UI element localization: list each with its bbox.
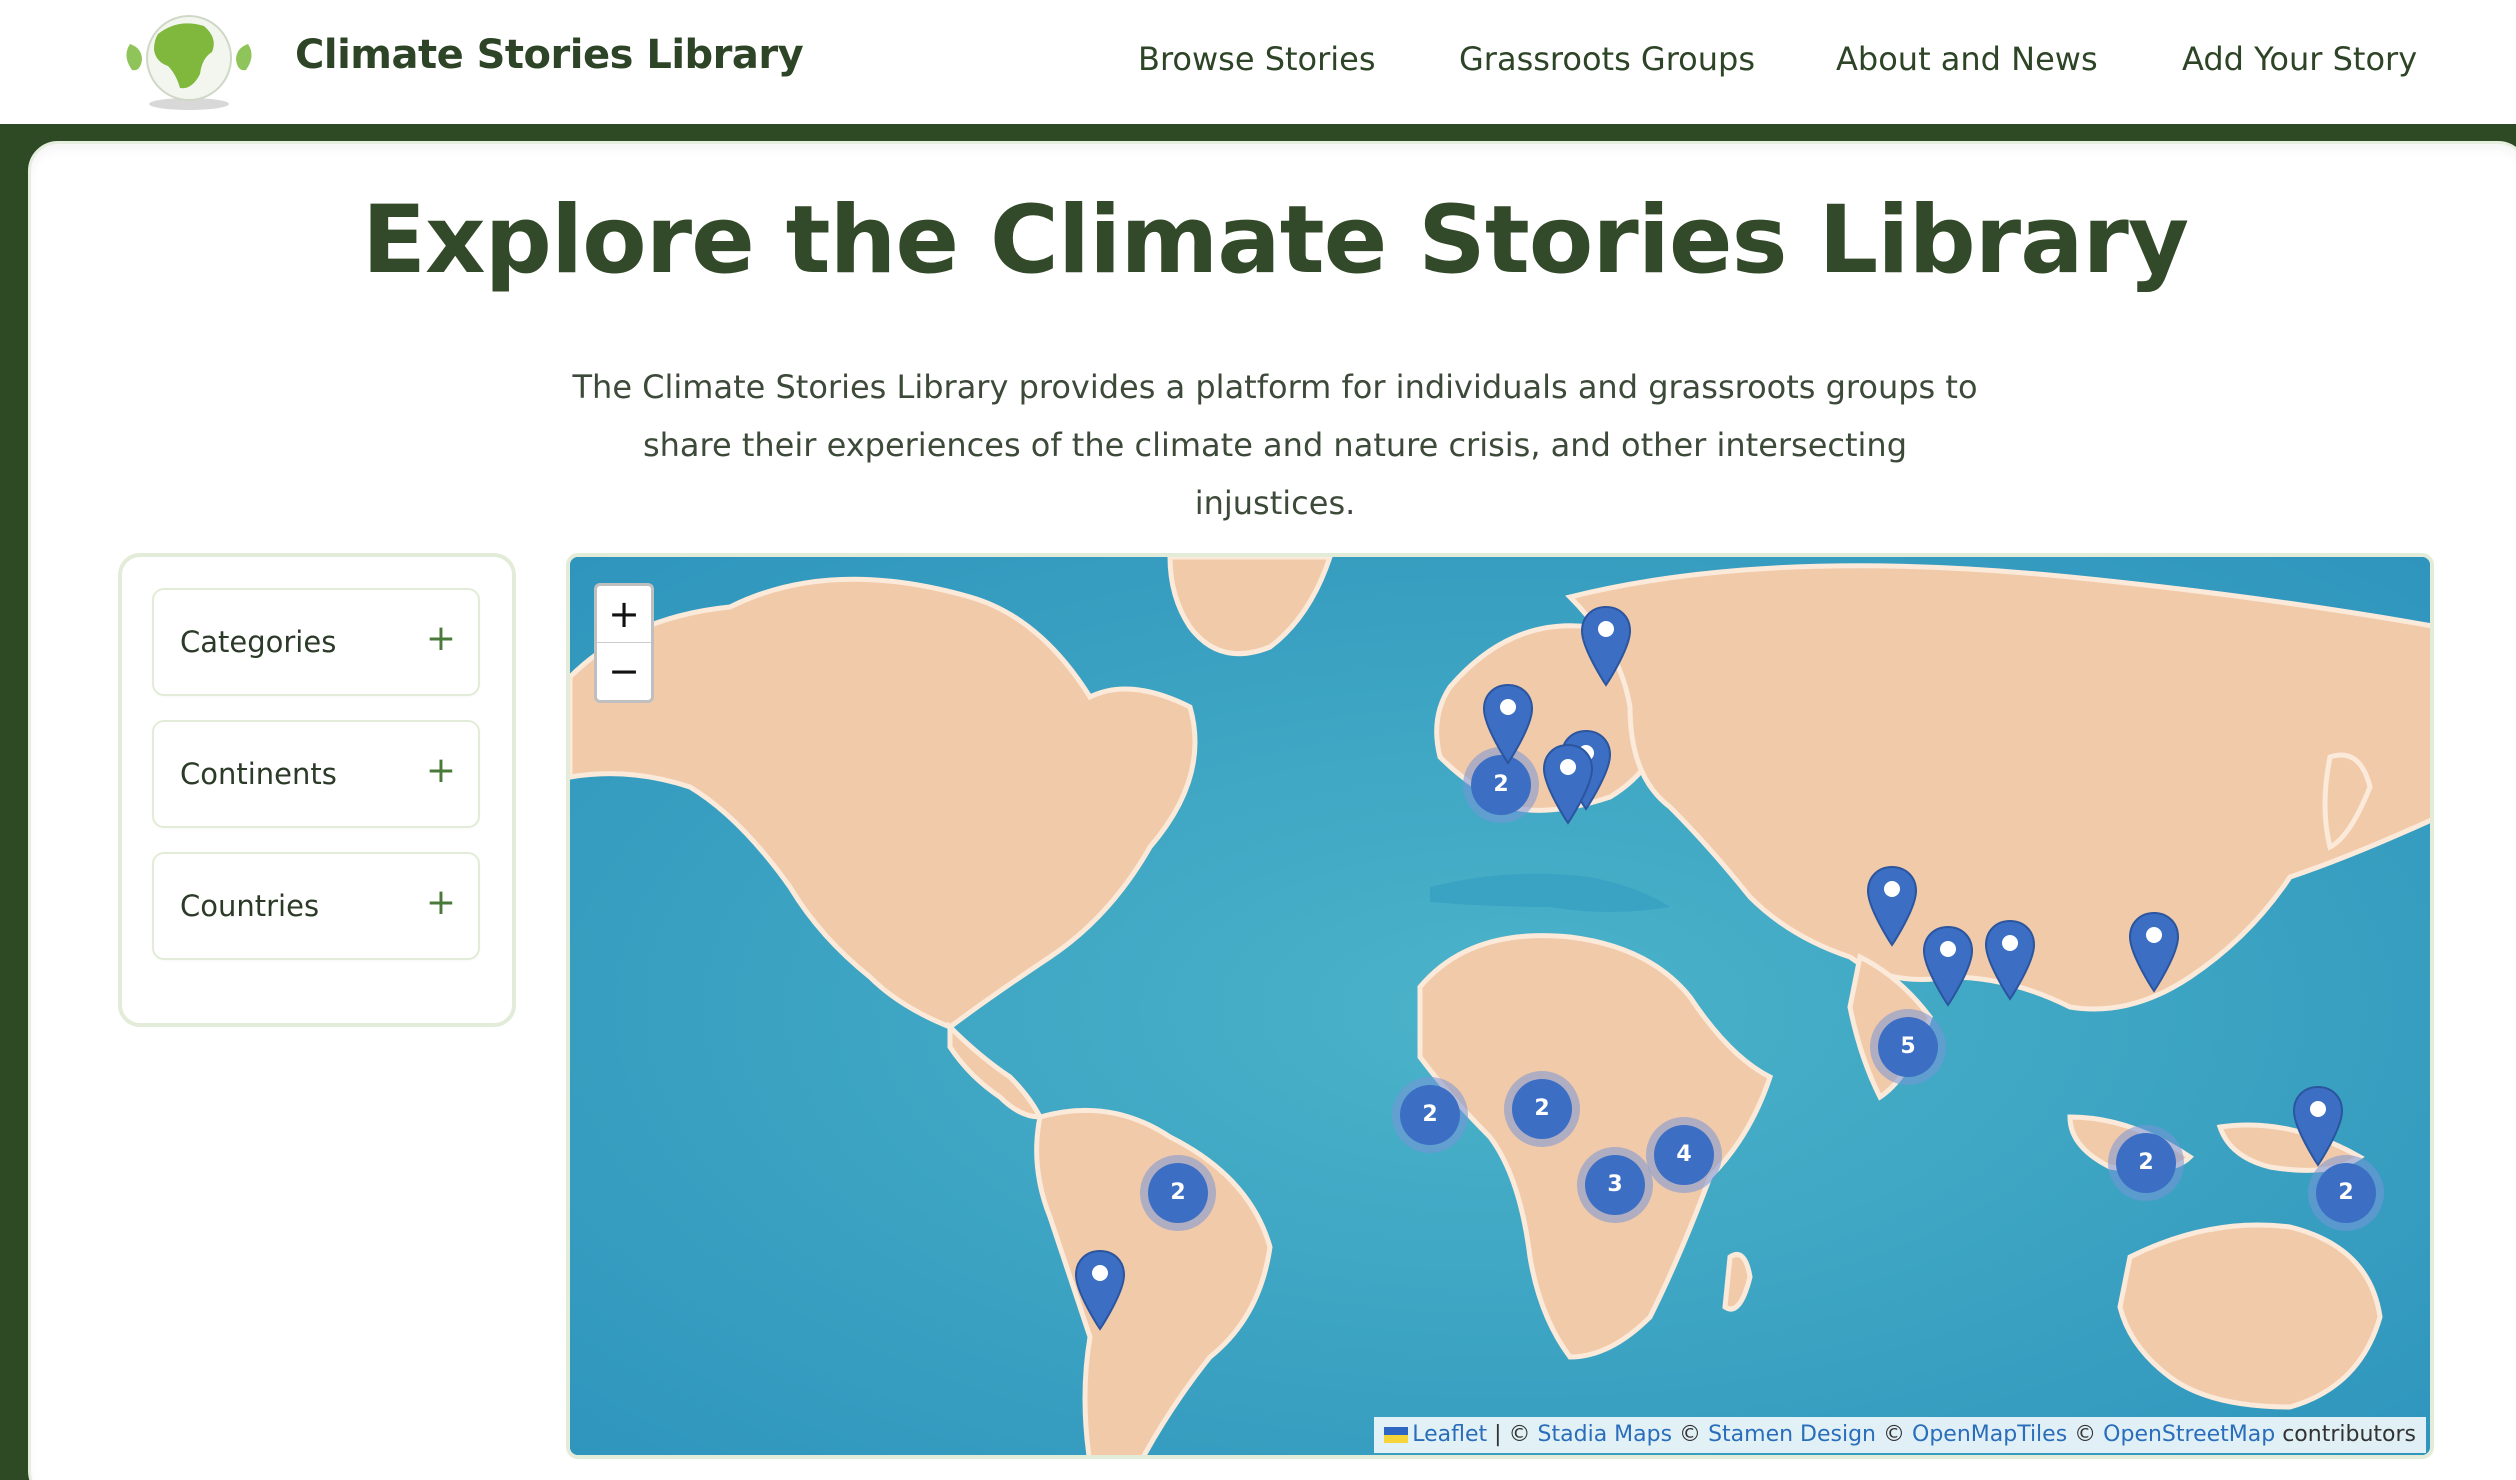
site-header: Climate Stories Library Browse Stories G… <box>0 0 2516 124</box>
nav-browse-stories[interactable]: Browse Stories <box>1138 40 1376 78</box>
intro-text: The Climate Stories Library provides a p… <box>560 358 1990 532</box>
attribution-text: © <box>2067 1422 2104 1447</box>
map-attribution: Leaflet | © Stadia Maps © Stamen Design … <box>1374 1417 2426 1453</box>
marker-cluster[interactable]: 3 <box>1577 1147 1653 1223</box>
cluster-count: 4 <box>1654 1125 1714 1185</box>
attribution-text: © <box>1876 1422 1912 1447</box>
intro-line-1: The Climate Stories Library provides a p… <box>572 368 1978 406</box>
plus-icon: + <box>425 882 456 923</box>
plus-icon: + <box>425 618 456 659</box>
filter-categories[interactable]: Categories + <box>152 588 480 696</box>
map-pin-icon[interactable] <box>1542 743 1594 827</box>
filter-label: Continents <box>180 757 337 791</box>
attribution-text: contributors <box>2275 1422 2416 1447</box>
attribution-text: © <box>1672 1422 1709 1447</box>
ukraine-flag-icon <box>1384 1427 1409 1443</box>
cluster-count: 2 <box>1512 1079 1572 1139</box>
marker-cluster[interactable]: 5 <box>1870 1009 1946 1085</box>
nav-add-your-story[interactable]: Add Your Story <box>2182 40 2417 78</box>
map-pin-icon[interactable] <box>1866 865 1918 949</box>
world-map[interactable]: + − 2 2 2 3 4 5 2 2 2 Leaflet | © Stadia… <box>566 553 2434 1459</box>
map-pin-icon[interactable] <box>1074 1249 1126 1333</box>
cluster-count: 3 <box>1585 1155 1645 1215</box>
globe-logo-icon[interactable] <box>118 4 260 112</box>
map-pin-icon[interactable] <box>1580 605 1632 689</box>
marker-cluster[interactable]: 2 <box>1140 1155 1216 1231</box>
leaflet-link[interactable]: Leaflet <box>1412 1422 1487 1447</box>
attribution-text: | © <box>1487 1422 1538 1447</box>
marker-cluster[interactable]: 2 <box>1392 1077 1468 1153</box>
filter-continents[interactable]: Continents + <box>152 720 480 828</box>
nav-grassroots-groups[interactable]: Grassroots Groups <box>1459 40 1755 78</box>
zoom-control: + − <box>594 583 654 703</box>
stamen-link[interactable]: Stamen Design <box>1708 1422 1876 1447</box>
cluster-count: 2 <box>1148 1163 1208 1223</box>
nav-about-and-news[interactable]: About and News <box>1836 40 2098 78</box>
page-title: Explore the Climate Stories Library <box>361 186 2189 295</box>
plus-icon: + <box>425 750 456 791</box>
cluster-count: 2 <box>2316 1163 2376 1223</box>
map-pin-icon[interactable] <box>1984 919 2036 1003</box>
marker-cluster[interactable]: 4 <box>1646 1117 1722 1193</box>
map-pin-icon[interactable] <box>1922 925 1974 1009</box>
openmaptiles-link[interactable]: OpenMapTiles <box>1912 1422 2067 1447</box>
map-pin-icon[interactable] <box>1482 683 1534 767</box>
cluster-count: 5 <box>1878 1017 1938 1077</box>
marker-cluster[interactable]: 2 <box>2108 1125 2184 1201</box>
map-pin-icon[interactable] <box>2292 1085 2344 1169</box>
filter-label: Categories <box>180 625 337 659</box>
map-pin-icon[interactable] <box>2128 911 2180 995</box>
cluster-count: 2 <box>1400 1085 1460 1145</box>
filter-countries[interactable]: Countries + <box>152 852 480 960</box>
filter-label: Countries <box>180 889 320 923</box>
zoom-in-button[interactable]: + <box>597 586 651 643</box>
site-brand[interactable]: Climate Stories Library <box>295 32 804 78</box>
zoom-out-button[interactable]: − <box>597 643 651 700</box>
stadia-link[interactable]: Stadia Maps <box>1538 1422 1673 1447</box>
marker-cluster[interactable]: 2 <box>1504 1071 1580 1147</box>
openstreetmap-link[interactable]: OpenStreetMap <box>2103 1422 2275 1447</box>
intro-line-2: share their experiences of the climate a… <box>642 426 1908 522</box>
cluster-count: 2 <box>2116 1133 2176 1193</box>
